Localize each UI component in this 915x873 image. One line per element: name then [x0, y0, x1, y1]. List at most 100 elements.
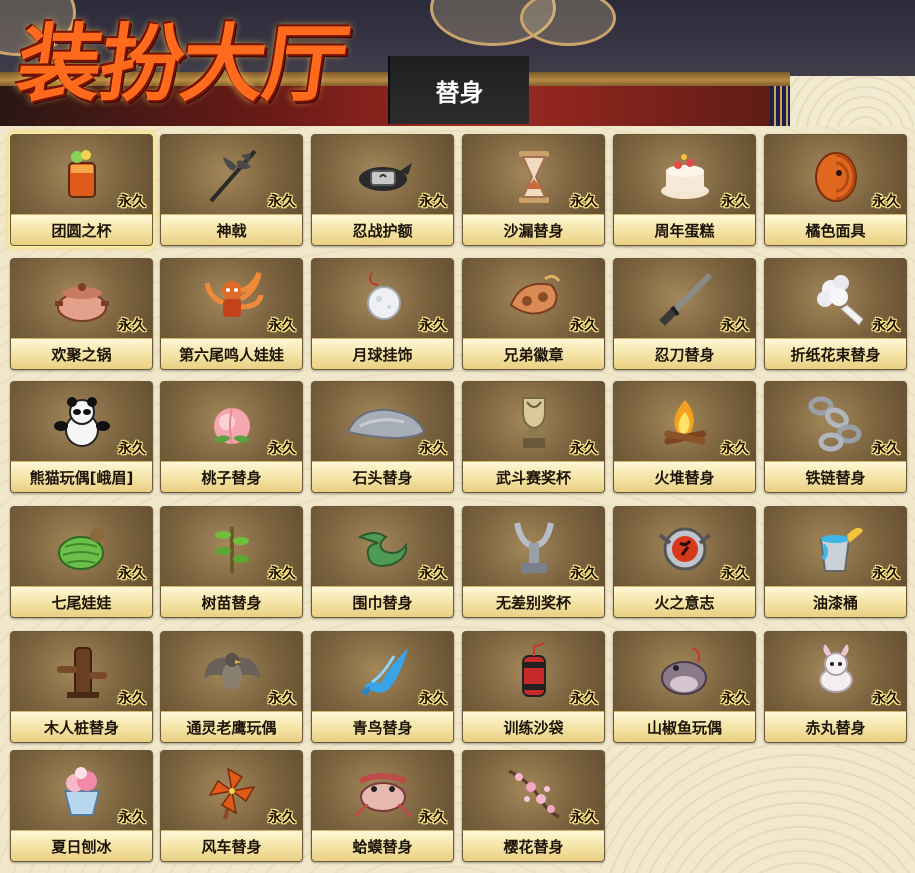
outfit-item-card[interactable]: 永久熊猫玩偶[峨眉] — [10, 381, 153, 493]
outfit-item-card[interactable]: 永久青鸟替身 — [311, 631, 454, 743]
hourglass-icon — [505, 145, 563, 207]
blue-bird-icon — [354, 642, 412, 704]
outfit-item-card[interactable]: 永久通灵老鹰玩偶 — [160, 631, 303, 743]
outfit-item-card[interactable]: 永久樱花替身 — [462, 750, 605, 862]
outfit-item-card[interactable]: 永久木人桩替身 — [10, 631, 153, 743]
permanent-badge: 永久 — [118, 441, 146, 457]
item-label: 七尾娃娃 — [11, 586, 152, 617]
permanent-badge: 永久 — [419, 441, 447, 457]
permanent-badge: 永久 — [570, 441, 598, 457]
item-label: 第六尾鸣人娃娃 — [161, 338, 302, 369]
outfit-item-card[interactable]: 永久 训练沙袋 — [462, 631, 605, 743]
item-label: 武斗赛奖杯 — [463, 461, 604, 492]
permanent-badge: 永久 — [419, 194, 447, 210]
silver-trophy-icon — [505, 517, 563, 579]
permanent-badge: 永久 — [872, 318, 900, 334]
outfit-item-card[interactable]: 永久 围巾替身 — [311, 506, 454, 618]
stone-icon — [346, 392, 426, 454]
item-label: 蛤蟆替身 — [312, 830, 453, 861]
pot-icon — [53, 269, 111, 331]
item-label: 赤丸替身 — [765, 711, 906, 742]
outfit-item-card[interactable]: 永久 夏日刨冰 — [10, 750, 153, 862]
outfit-item-card[interactable]: 永久武斗赛奖杯 — [462, 381, 605, 493]
outfit-item-card[interactable]: 永久月球挂饰 — [311, 258, 454, 370]
outfit-item-card[interactable]: 永久火之意志 — [613, 506, 756, 618]
permanent-badge: 永久 — [419, 566, 447, 582]
outfit-item-card[interactable]: 永久忍刀替身 — [613, 258, 756, 370]
permanent-badge: 永久 — [872, 194, 900, 210]
item-label: 樱花替身 — [463, 830, 604, 861]
permanent-badge: 永久 — [268, 318, 296, 334]
outfit-item-card[interactable]: 永久神戟 — [160, 134, 303, 246]
item-label: 忍刀替身 — [614, 338, 755, 369]
permanent-badge: 永久 — [419, 691, 447, 707]
permanent-badge: 永久 — [118, 194, 146, 210]
mask-icon — [807, 145, 865, 207]
permanent-badge: 永久 — [570, 566, 598, 582]
item-label: 团圆之杯 — [11, 214, 152, 245]
outfit-item-card[interactable]: 永久石头替身 — [311, 381, 454, 493]
permanent-badge: 永久 — [268, 566, 296, 582]
item-label: 铁链替身 — [765, 461, 906, 492]
outfit-item-card[interactable]: 永久 蛤蟆替身 — [311, 750, 454, 862]
permanent-badge: 永久 — [570, 810, 598, 826]
permanent-badge: 永久 — [268, 194, 296, 210]
item-label: 木人桩替身 — [11, 711, 152, 742]
item-label: 橘色面具 — [765, 214, 906, 245]
outfit-item-card[interactable]: 永久树苗替身 — [160, 506, 303, 618]
permanent-badge: 永久 — [118, 566, 146, 582]
outfit-item-card[interactable]: 永久 兄弟徽章 — [462, 258, 605, 370]
bouquet-icon — [807, 269, 865, 331]
item-label: 月球挂饰 — [312, 338, 453, 369]
outfit-item-card[interactable]: 永久赤丸替身 — [764, 631, 907, 743]
outfit-item-card[interactable]: 永久 风车替身 — [160, 750, 303, 862]
permanent-badge: 永久 — [419, 318, 447, 334]
outfit-item-card[interactable]: 永久 沙漏替身 — [462, 134, 605, 246]
item-label: 神戟 — [161, 214, 302, 245]
outfit-item-card[interactable]: 永久 火堆替身 — [613, 381, 756, 493]
outfit-item-card[interactable]: 永久 周年蛋糕 — [613, 134, 756, 246]
cake-icon — [656, 145, 714, 207]
cocoon-doll-icon — [53, 517, 111, 579]
halberd-icon — [203, 145, 261, 207]
item-label: 火之意志 — [614, 586, 755, 617]
dog-icon — [807, 642, 865, 704]
outfit-item-card[interactable]: 永久 欢聚之锅 — [10, 258, 153, 370]
item-label: 树苗替身 — [161, 586, 302, 617]
permanent-badge: 永久 — [721, 691, 749, 707]
item-label: 桃子替身 — [161, 461, 302, 492]
outfit-item-card[interactable]: 永久无差别奖杯 — [462, 506, 605, 618]
permanent-badge: 永久 — [118, 691, 146, 707]
outfit-item-card[interactable]: 永久铁链替身 — [764, 381, 907, 493]
permanent-badge: 永久 — [268, 810, 296, 826]
outfit-item-card[interactable]: 永久七尾娃娃 — [10, 506, 153, 618]
outfit-item-card[interactable]: 永久油漆桶 — [764, 506, 907, 618]
item-label: 火堆替身 — [614, 461, 755, 492]
permanent-badge: 永久 — [872, 441, 900, 457]
item-label: 熊猫玩偶[峨眉] — [11, 461, 152, 492]
outfit-item-card[interactable]: 永久第六尾鸣人娃娃 — [160, 258, 303, 370]
permanent-badge: 永久 — [721, 566, 749, 582]
permanent-badge: 永久 — [872, 566, 900, 582]
item-label: 无差别奖杯 — [463, 586, 604, 617]
item-label: 石头替身 — [312, 461, 453, 492]
panda-icon — [53, 392, 111, 454]
item-label: 通灵老鹰玩偶 — [161, 711, 302, 742]
item-label: 油漆桶 — [765, 586, 906, 617]
permanent-badge: 永久 — [268, 691, 296, 707]
outfit-item-card[interactable]: 永久 折纸花束替身 — [764, 258, 907, 370]
badge-icon — [505, 269, 563, 331]
outfit-item-card[interactable]: 永久 忍战护额 — [311, 134, 454, 246]
wooden-dummy-icon — [53, 642, 111, 704]
outfit-item-card[interactable]: 永久 桃子替身 — [160, 381, 303, 493]
shaved-ice-icon — [53, 761, 111, 823]
fire-will-icon — [656, 517, 714, 579]
item-label: 夏日刨冰 — [11, 830, 152, 861]
item-label: 青鸟替身 — [312, 711, 453, 742]
permanent-badge: 永久 — [872, 691, 900, 707]
item-label: 欢聚之锅 — [11, 338, 152, 369]
outfit-item-card[interactable]: 永久橘色面具 — [764, 134, 907, 246]
permanent-badge: 永久 — [721, 318, 749, 334]
outfit-item-card[interactable]: 永久 山椒鱼玩偶 — [613, 631, 756, 743]
outfit-item-card[interactable]: 永久团圆之杯 — [10, 134, 153, 246]
